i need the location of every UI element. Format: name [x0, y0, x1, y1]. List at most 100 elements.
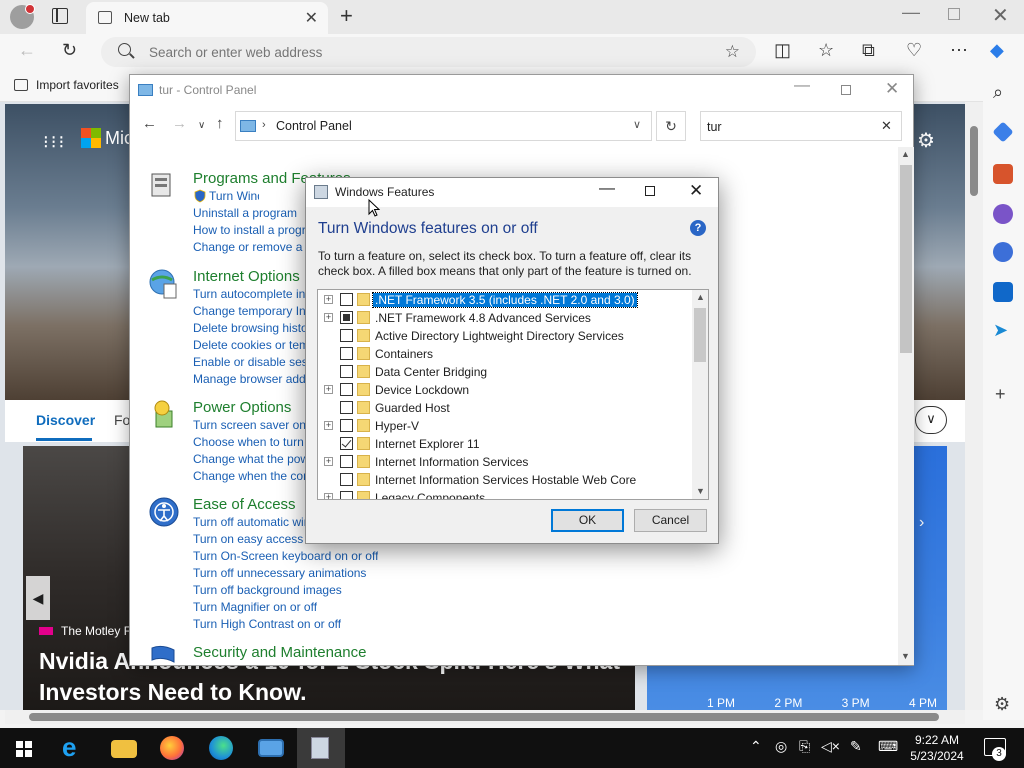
expand-plus-icon[interactable]: +	[324, 385, 333, 394]
browser-essentials-icon[interactable]: ♡	[906, 40, 922, 61]
feature-label[interactable]: Device Lockdown	[373, 383, 471, 397]
cp-link[interactable]: Delete browsing history	[193, 321, 306, 335]
feature-checkbox[interactable]	[340, 455, 353, 468]
sidebar-search-icon[interactable]: ⌕	[993, 82, 1003, 103]
features-scroll-thumb[interactable]	[694, 308, 706, 362]
dialog-minimize-button[interactable]: —	[599, 180, 615, 198]
feed-expand-chevron-icon[interactable]: ∨	[915, 406, 947, 434]
feature-row[interactable]: Internet Explorer 11	[318, 435, 690, 453]
copilot-icon[interactable]: ◆	[990, 40, 1004, 61]
up-arrow-icon[interactable]: ↑	[216, 115, 224, 132]
feature-label[interactable]: Containers	[373, 347, 435, 361]
scroll-down-arrow-icon[interactable]: ▼	[696, 486, 705, 496]
internet-explorer-icon[interactable]: e	[62, 732, 88, 762]
feature-row[interactable]: Containers	[318, 345, 690, 363]
microsoft365-icon[interactable]	[993, 242, 1013, 262]
browser-restore-button[interactable]	[948, 8, 960, 20]
page-settings-gear-icon[interactable]: ⚙	[917, 128, 935, 153]
cp-link[interactable]: Enable or disable session cookies	[193, 355, 306, 369]
start-button[interactable]	[16, 741, 32, 757]
feature-checkbox[interactable]	[340, 293, 353, 306]
page-scroll-thumb[interactable]	[970, 126, 978, 196]
feature-label[interactable]: Internet Information Services Hostable W…	[373, 473, 638, 487]
feature-row[interactable]: + .NET Framework 4.8 Advanced Services	[318, 309, 690, 327]
cp-scroll-thumb[interactable]	[900, 165, 912, 353]
cp-close-button[interactable]: ✕	[885, 79, 899, 99]
scroll-up-arrow-icon[interactable]: ▲	[901, 149, 910, 159]
cp-link[interactable]: Turn on easy access keys	[193, 532, 306, 546]
tab-discover[interactable]: Discover	[36, 412, 95, 441]
collections-icon[interactable]: ⧉	[862, 40, 875, 61]
tab-following[interactable]: Fo	[114, 412, 130, 428]
scroll-down-arrow-icon[interactable]: ▼	[901, 651, 910, 661]
more-menu-icon[interactable]: ⋯	[950, 40, 968, 61]
dialog-close-button[interactable]: ✕	[689, 181, 703, 201]
cp-link[interactable]: Change when the computer sleeps	[193, 469, 306, 483]
feature-label[interactable]: Internet Explorer 11	[373, 437, 482, 451]
carousel-prev-icon[interactable]: ◀	[26, 576, 50, 620]
new-tab-button[interactable]: +	[340, 3, 353, 29]
cp-link[interactable]: Turn off background images	[193, 583, 342, 597]
refresh-icon[interactable]: ↻	[62, 40, 77, 61]
feature-checkbox[interactable]	[340, 365, 353, 378]
active-app-highlight[interactable]	[297, 728, 345, 768]
clear-search-icon[interactable]: ✕	[881, 118, 892, 134]
profile-avatar-icon[interactable]	[10, 4, 35, 29]
keyboard-icon[interactable]: ⌨	[878, 738, 898, 755]
edge-icon[interactable]	[209, 736, 233, 760]
cp-link[interactable]: Delete cookies or temporary files	[193, 338, 306, 352]
firefox-icon[interactable]	[160, 736, 184, 760]
ok-button[interactable]: OK	[551, 509, 624, 532]
cp-link[interactable]: Turn screen saver on or off	[193, 418, 306, 432]
favorite-star-icon[interactable]: ☆	[725, 42, 740, 62]
category-title[interactable]: Security and Maintenance	[193, 644, 366, 661]
control-panel-taskbar-icon[interactable]	[258, 739, 284, 757]
address-bar[interactable]: ☆	[101, 37, 756, 67]
feature-checkbox[interactable]	[340, 419, 353, 432]
feature-label[interactable]: Guarded Host	[373, 401, 452, 415]
category-title[interactable]: Ease of Access Center	[193, 496, 298, 513]
cp-link[interactable]: Turn off automatic window arrangement	[193, 515, 306, 529]
feature-row[interactable]: + Hyper-V	[318, 417, 690, 435]
file-explorer-icon[interactable]	[111, 740, 137, 758]
breadcrumb-separator-icon[interactable]: ›	[262, 119, 266, 131]
cp-link[interactable]: Turn High Contrast on or off	[193, 617, 341, 631]
feature-row[interactable]: Active Directory Lightweight Directory S…	[318, 327, 690, 345]
forward-arrow-icon[interactable]: →	[172, 115, 187, 132]
cp-maximize-button[interactable]	[841, 85, 851, 95]
tab-close-icon[interactable]: ✕	[305, 8, 318, 28]
feature-checkbox[interactable]	[340, 311, 353, 324]
games-icon[interactable]	[993, 204, 1013, 224]
weather-next-icon[interactable]: ›	[919, 514, 924, 532]
cp-link[interactable]: Choose when to turn off display	[193, 435, 306, 449]
cp-link[interactable]: Turn Magnifier on or off	[193, 600, 317, 614]
cp-link[interactable]: Turn On-Screen keyboard on or off	[193, 549, 378, 563]
feature-row[interactable]: + Device Lockdown	[318, 381, 690, 399]
expand-plus-icon[interactable]: +	[324, 457, 333, 466]
cp-link[interactable]: Change or remove a program	[193, 240, 306, 254]
feature-checkbox[interactable]	[340, 437, 353, 450]
page-horizontal-scrollbar[interactable]	[5, 710, 965, 724]
tray-overflow-chevron-icon[interactable]: ⌃	[750, 738, 762, 755]
cp-link[interactable]: Turn autocomplete in Internet Explorer o…	[193, 287, 306, 301]
feature-row[interactable]: Internet Information Services Hostable W…	[318, 471, 690, 489]
tab-new-tab[interactable]: New tab ✕	[86, 2, 328, 34]
back-arrow-icon[interactable]: ←	[142, 115, 157, 132]
cp-vertical-scrollbar[interactable]: ▲ ▼	[898, 147, 914, 665]
import-favorites-link[interactable]: Import favorites	[14, 78, 119, 92]
recent-locations-chevron-icon[interactable]: ∨	[198, 120, 205, 131]
feature-row[interactable]: + Internet Information Services	[318, 453, 690, 471]
network-icon[interactable]: ⎘	[799, 738, 810, 755]
feature-row[interactable]: Data Center Bridging	[318, 363, 690, 381]
feature-checkbox[interactable]	[340, 383, 353, 396]
tray-app-icon[interactable]: ◎	[775, 738, 787, 755]
address-input[interactable]	[149, 45, 669, 60]
expand-plus-icon[interactable]: +	[324, 421, 333, 430]
sidebar-settings-gear-icon[interactable]: ⚙	[994, 694, 1010, 715]
back-arrow-icon[interactable]: ←	[18, 40, 36, 61]
cp-address-bar[interactable]: › Control Panel ∨	[235, 111, 652, 141]
features-tree[interactable]: + .NET Framework 3.5 (includes .NET 2.0 a…	[317, 289, 709, 500]
browser-close-button[interactable]: ✕	[992, 3, 1009, 28]
pen-icon[interactable]: ✎	[850, 738, 862, 755]
feature-label[interactable]: Hyper-V	[373, 419, 421, 433]
